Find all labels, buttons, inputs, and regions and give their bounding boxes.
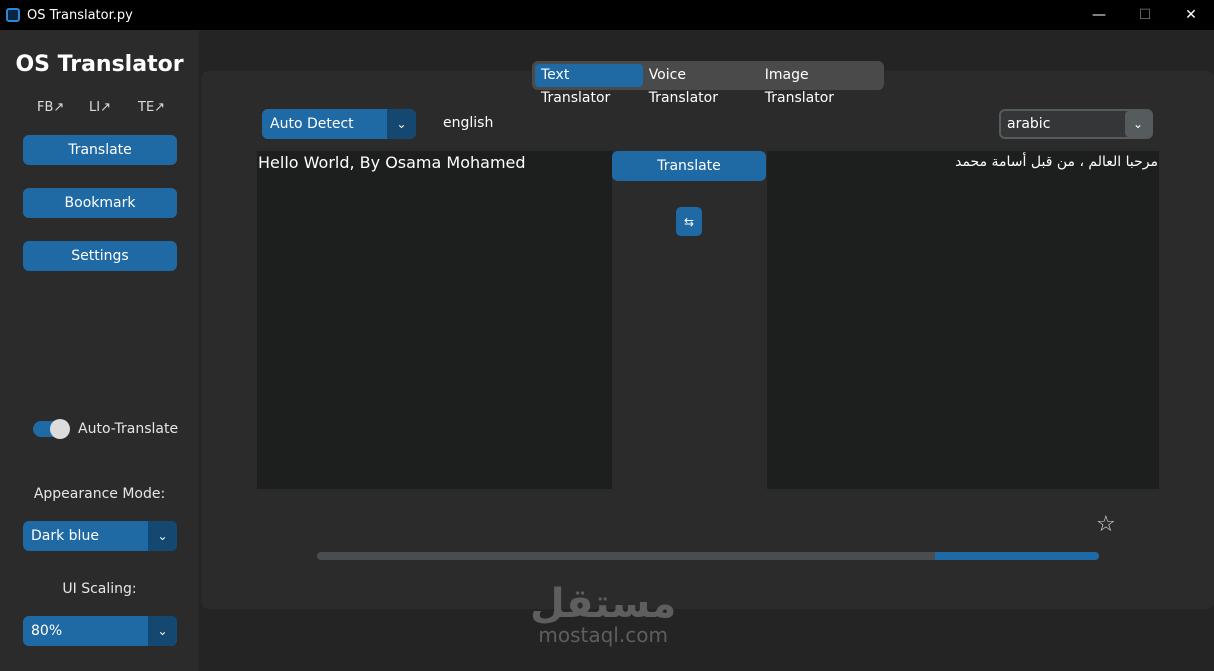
chevron-down-icon[interactable]: ⌄ [387, 109, 416, 139]
auto-translate-row: Auto-Translate [33, 419, 179, 439]
window-controls: — ☐ ✕ [1076, 0, 1214, 30]
minimize-button[interactable]: — [1076, 0, 1122, 30]
source-text: Hello World, By Osama Mohamed [258, 153, 526, 172]
tab-text-translator[interactable]: Text Translator [535, 64, 643, 106]
chevron-down-icon[interactable]: ⌄ [148, 616, 177, 646]
linkedin-link[interactable]: LI↗ [89, 100, 111, 115]
watermark-arabic: مستقل [530, 581, 677, 627]
watermark: مستقل mostaql.com [530, 584, 676, 646]
title-bar: OS Translator.py — ☐ ✕ [0, 0, 1214, 30]
detected-language-label: english [443, 115, 494, 131]
appearance-mode-value: Dark blue [31, 528, 99, 544]
ui-scaling-value: 80% [31, 623, 63, 639]
appearance-mode-select[interactable]: Dark blue ⌄ [23, 521, 177, 551]
tab-bar: Text Translator Voice Translator Image T… [532, 61, 884, 106]
window-title: OS Translator.py [27, 7, 133, 23]
tab-image-translator[interactable]: Image Translator [759, 64, 881, 106]
source-language-select[interactable]: Auto Detect ⌄ [262, 109, 416, 139]
sidebar-settings-button[interactable]: Settings [23, 241, 177, 271]
translate-button[interactable]: Translate [612, 151, 766, 181]
bookmark-star-icon[interactable]: ☆ [1096, 512, 1116, 537]
chevron-down-icon[interactable]: ⌄ [1125, 111, 1151, 137]
app-icon [6, 8, 20, 22]
swap-icon: ⇆ [683, 214, 695, 229]
telegram-link[interactable]: TE↗ [138, 100, 165, 115]
ui-scaling-select[interactable]: 80% ⌄ [23, 616, 177, 646]
target-text: مرحبا العالم ، من قبل أسامة محمد [955, 154, 1158, 170]
progress-fill [934, 552, 1099, 560]
switch-knob [50, 419, 70, 439]
appearance-mode-label: Appearance Mode: [33, 486, 166, 502]
source-text-area[interactable]: Hello World, By Osama Mohamed [257, 151, 612, 489]
progress-bar [317, 552, 1099, 560]
swap-languages-button[interactable]: ⇆ [676, 207, 702, 236]
auto-translate-label: Auto-Translate [78, 421, 179, 437]
target-text-area[interactable]: مرحبا العالم ، من قبل أسامة محمد [767, 151, 1159, 489]
target-language-select[interactable]: arabic ⌄ [999, 109, 1153, 139]
source-language-value: Auto Detect [270, 116, 354, 132]
app-logo-title: OS Translator [15, 52, 184, 77]
facebook-link[interactable]: FB↗ [37, 100, 64, 115]
close-button[interactable]: ✕ [1168, 0, 1214, 30]
maximize-button[interactable]: ☐ [1122, 0, 1168, 30]
watermark-latin: mostaql.com [538, 623, 668, 647]
sidebar-bookmark-button[interactable]: Bookmark [23, 188, 177, 218]
ui-scaling-label: UI Scaling: [62, 581, 137, 597]
sidebar-translate-button[interactable]: Translate [23, 135, 177, 165]
target-language-value: arabic [1007, 116, 1051, 132]
auto-translate-switch[interactable] [33, 419, 70, 439]
tab-voice-translator[interactable]: Voice Translator [643, 64, 759, 106]
sidebar: OS Translator FB↗ LI↗ TE↗ Translate Book… [0, 30, 199, 671]
chevron-down-icon[interactable]: ⌄ [148, 521, 177, 551]
